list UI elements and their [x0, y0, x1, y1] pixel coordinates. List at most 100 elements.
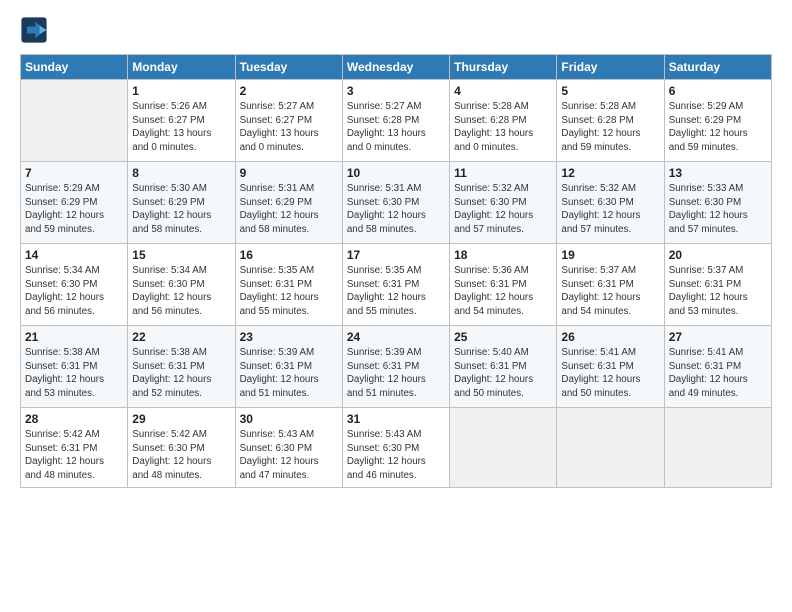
day-number: 4	[454, 84, 552, 98]
page: SundayMondayTuesdayWednesdayThursdayFrid…	[0, 0, 792, 612]
calendar-cell: 9 Sunrise: 5:31 AM Sunset: 6:29 PM Daylig…	[235, 162, 342, 244]
day-number: 3	[347, 84, 445, 98]
calendar-week: 28 Sunrise: 5:42 AM Sunset: 6:31 PM Dayli…	[21, 408, 772, 488]
day-info: Sunrise: 5:27 AM Sunset: 6:27 PM Dayligh…	[240, 100, 338, 155]
day-info: Sunrise: 5:41 AM Sunset: 6:31 PM Dayligh…	[561, 346, 659, 401]
header-day: Monday	[128, 55, 235, 80]
day-info: Sunrise: 5:28 AM Sunset: 6:28 PM Dayligh…	[454, 100, 552, 155]
day-info: Sunrise: 5:42 AM Sunset: 6:30 PM Dayligh…	[132, 428, 230, 483]
day-info: Sunrise: 5:29 AM Sunset: 6:29 PM Dayligh…	[669, 100, 767, 155]
day-number: 27	[669, 330, 767, 344]
day-number: 28	[25, 412, 123, 426]
day-number: 22	[132, 330, 230, 344]
calendar-cell: 6 Sunrise: 5:29 AM Sunset: 6:29 PM Daylig…	[664, 80, 771, 162]
calendar-cell: 28 Sunrise: 5:42 AM Sunset: 6:31 PM Dayli…	[21, 408, 128, 488]
calendar-cell: 2 Sunrise: 5:27 AM Sunset: 6:27 PM Daylig…	[235, 80, 342, 162]
day-info: Sunrise: 5:38 AM Sunset: 6:31 PM Dayligh…	[132, 346, 230, 401]
day-info: Sunrise: 5:29 AM Sunset: 6:29 PM Dayligh…	[25, 182, 123, 237]
day-number: 13	[669, 166, 767, 180]
calendar-cell: 11 Sunrise: 5:32 AM Sunset: 6:30 PM Dayli…	[450, 162, 557, 244]
day-info: Sunrise: 5:43 AM Sunset: 6:30 PM Dayligh…	[347, 428, 445, 483]
header-day: Tuesday	[235, 55, 342, 80]
day-info: Sunrise: 5:37 AM Sunset: 6:31 PM Dayligh…	[669, 264, 767, 319]
calendar-cell: 29 Sunrise: 5:42 AM Sunset: 6:30 PM Dayli…	[128, 408, 235, 488]
calendar-cell: 5Sunrise: 5:28 AM Sunset: 6:28 PM Daylig…	[557, 80, 664, 162]
calendar-body: 1Sunrise: 5:26 AM Sunset: 6:27 PM Daylig…	[21, 80, 772, 488]
day-info: Sunrise: 5:27 AM Sunset: 6:28 PM Dayligh…	[347, 100, 445, 155]
day-number: 21	[25, 330, 123, 344]
day-info: Sunrise: 5:38 AM Sunset: 6:31 PM Dayligh…	[25, 346, 123, 401]
calendar-cell: 12 Sunrise: 5:32 AM Sunset: 6:30 PM Dayli…	[557, 162, 664, 244]
day-number: 31	[347, 412, 445, 426]
calendar-cell	[557, 408, 664, 488]
day-number: 16	[240, 248, 338, 262]
day-info: Sunrise: 5:35 AM Sunset: 6:31 PM Dayligh…	[347, 264, 445, 319]
day-number: 5	[561, 84, 659, 98]
calendar-cell: 15Sunrise: 5:34 AM Sunset: 6:30 PM Dayli…	[128, 244, 235, 326]
calendar-cell	[21, 80, 128, 162]
calendar-cell: 24 Sunrise: 5:39 AM Sunset: 6:31 PM Dayli…	[342, 326, 449, 408]
day-info: Sunrise: 5:33 AM Sunset: 6:30 PM Dayligh…	[669, 182, 767, 237]
calendar-cell: 14Sunrise: 5:34 AM Sunset: 6:30 PM Dayli…	[21, 244, 128, 326]
calendar-week: 7Sunrise: 5:29 AM Sunset: 6:29 PM Daylig…	[21, 162, 772, 244]
calendar-week: 14Sunrise: 5:34 AM Sunset: 6:30 PM Dayli…	[21, 244, 772, 326]
day-info: Sunrise: 5:37 AM Sunset: 6:31 PM Dayligh…	[561, 264, 659, 319]
day-info: Sunrise: 5:36 AM Sunset: 6:31 PM Dayligh…	[454, 264, 552, 319]
calendar-cell: 26 Sunrise: 5:41 AM Sunset: 6:31 PM Dayli…	[557, 326, 664, 408]
calendar-cell: 16 Sunrise: 5:35 AM Sunset: 6:31 PM Dayli…	[235, 244, 342, 326]
day-number: 23	[240, 330, 338, 344]
day-number: 25	[454, 330, 552, 344]
day-info: Sunrise: 5:35 AM Sunset: 6:31 PM Dayligh…	[240, 264, 338, 319]
day-number: 8	[132, 166, 230, 180]
calendar-cell: 17 Sunrise: 5:35 AM Sunset: 6:31 PM Dayli…	[342, 244, 449, 326]
calendar-cell: 31 Sunrise: 5:43 AM Sunset: 6:30 PM Dayli…	[342, 408, 449, 488]
calendar-week: 21 Sunrise: 5:38 AM Sunset: 6:31 PM Dayli…	[21, 326, 772, 408]
calendar-cell: 4 Sunrise: 5:28 AM Sunset: 6:28 PM Daylig…	[450, 80, 557, 162]
header	[20, 16, 772, 44]
day-info: Sunrise: 5:34 AM Sunset: 6:30 PM Dayligh…	[132, 264, 230, 319]
day-number: 2	[240, 84, 338, 98]
calendar-cell	[450, 408, 557, 488]
day-number: 11	[454, 166, 552, 180]
day-number: 18	[454, 248, 552, 262]
day-number: 10	[347, 166, 445, 180]
day-info: Sunrise: 5:39 AM Sunset: 6:31 PM Dayligh…	[347, 346, 445, 401]
calendar-cell: 8 Sunrise: 5:30 AM Sunset: 6:29 PM Daylig…	[128, 162, 235, 244]
day-number: 17	[347, 248, 445, 262]
calendar-table: SundayMondayTuesdayWednesdayThursdayFrid…	[20, 54, 772, 488]
header-row: SundayMondayTuesdayWednesdayThursdayFrid…	[21, 55, 772, 80]
calendar-cell	[664, 408, 771, 488]
day-number: 30	[240, 412, 338, 426]
calendar-cell: 10Sunrise: 5:31 AM Sunset: 6:30 PM Dayli…	[342, 162, 449, 244]
day-number: 20	[669, 248, 767, 262]
day-info: Sunrise: 5:42 AM Sunset: 6:31 PM Dayligh…	[25, 428, 123, 483]
calendar-cell: 27 Sunrise: 5:41 AM Sunset: 6:31 PM Dayli…	[664, 326, 771, 408]
day-number: 9	[240, 166, 338, 180]
calendar-cell: 22 Sunrise: 5:38 AM Sunset: 6:31 PM Dayli…	[128, 326, 235, 408]
calendar-cell: 7Sunrise: 5:29 AM Sunset: 6:29 PM Daylig…	[21, 162, 128, 244]
day-number: 29	[132, 412, 230, 426]
day-number: 6	[669, 84, 767, 98]
header-day: Thursday	[450, 55, 557, 80]
day-number: 26	[561, 330, 659, 344]
calendar-header: SundayMondayTuesdayWednesdayThursdayFrid…	[21, 55, 772, 80]
day-info: Sunrise: 5:32 AM Sunset: 6:30 PM Dayligh…	[454, 182, 552, 237]
day-number: 24	[347, 330, 445, 344]
calendar-cell: 30Sunrise: 5:43 AM Sunset: 6:30 PM Dayli…	[235, 408, 342, 488]
calendar-cell: 25 Sunrise: 5:40 AM Sunset: 6:31 PM Dayli…	[450, 326, 557, 408]
day-info: Sunrise: 5:40 AM Sunset: 6:31 PM Dayligh…	[454, 346, 552, 401]
header-day: Sunday	[21, 55, 128, 80]
calendar-week: 1Sunrise: 5:26 AM Sunset: 6:27 PM Daylig…	[21, 80, 772, 162]
day-number: 12	[561, 166, 659, 180]
calendar-cell: 1Sunrise: 5:26 AM Sunset: 6:27 PM Daylig…	[128, 80, 235, 162]
day-number: 19	[561, 248, 659, 262]
day-info: Sunrise: 5:39 AM Sunset: 6:31 PM Dayligh…	[240, 346, 338, 401]
day-info: Sunrise: 5:32 AM Sunset: 6:30 PM Dayligh…	[561, 182, 659, 237]
day-info: Sunrise: 5:30 AM Sunset: 6:29 PM Dayligh…	[132, 182, 230, 237]
logo	[20, 16, 52, 44]
day-info: Sunrise: 5:41 AM Sunset: 6:31 PM Dayligh…	[669, 346, 767, 401]
calendar-cell: 18 Sunrise: 5:36 AM Sunset: 6:31 PM Dayli…	[450, 244, 557, 326]
calendar-cell: 23 Sunrise: 5:39 AM Sunset: 6:31 PM Dayli…	[235, 326, 342, 408]
calendar-cell: 20 Sunrise: 5:37 AM Sunset: 6:31 PM Dayli…	[664, 244, 771, 326]
day-info: Sunrise: 5:31 AM Sunset: 6:29 PM Dayligh…	[240, 182, 338, 237]
